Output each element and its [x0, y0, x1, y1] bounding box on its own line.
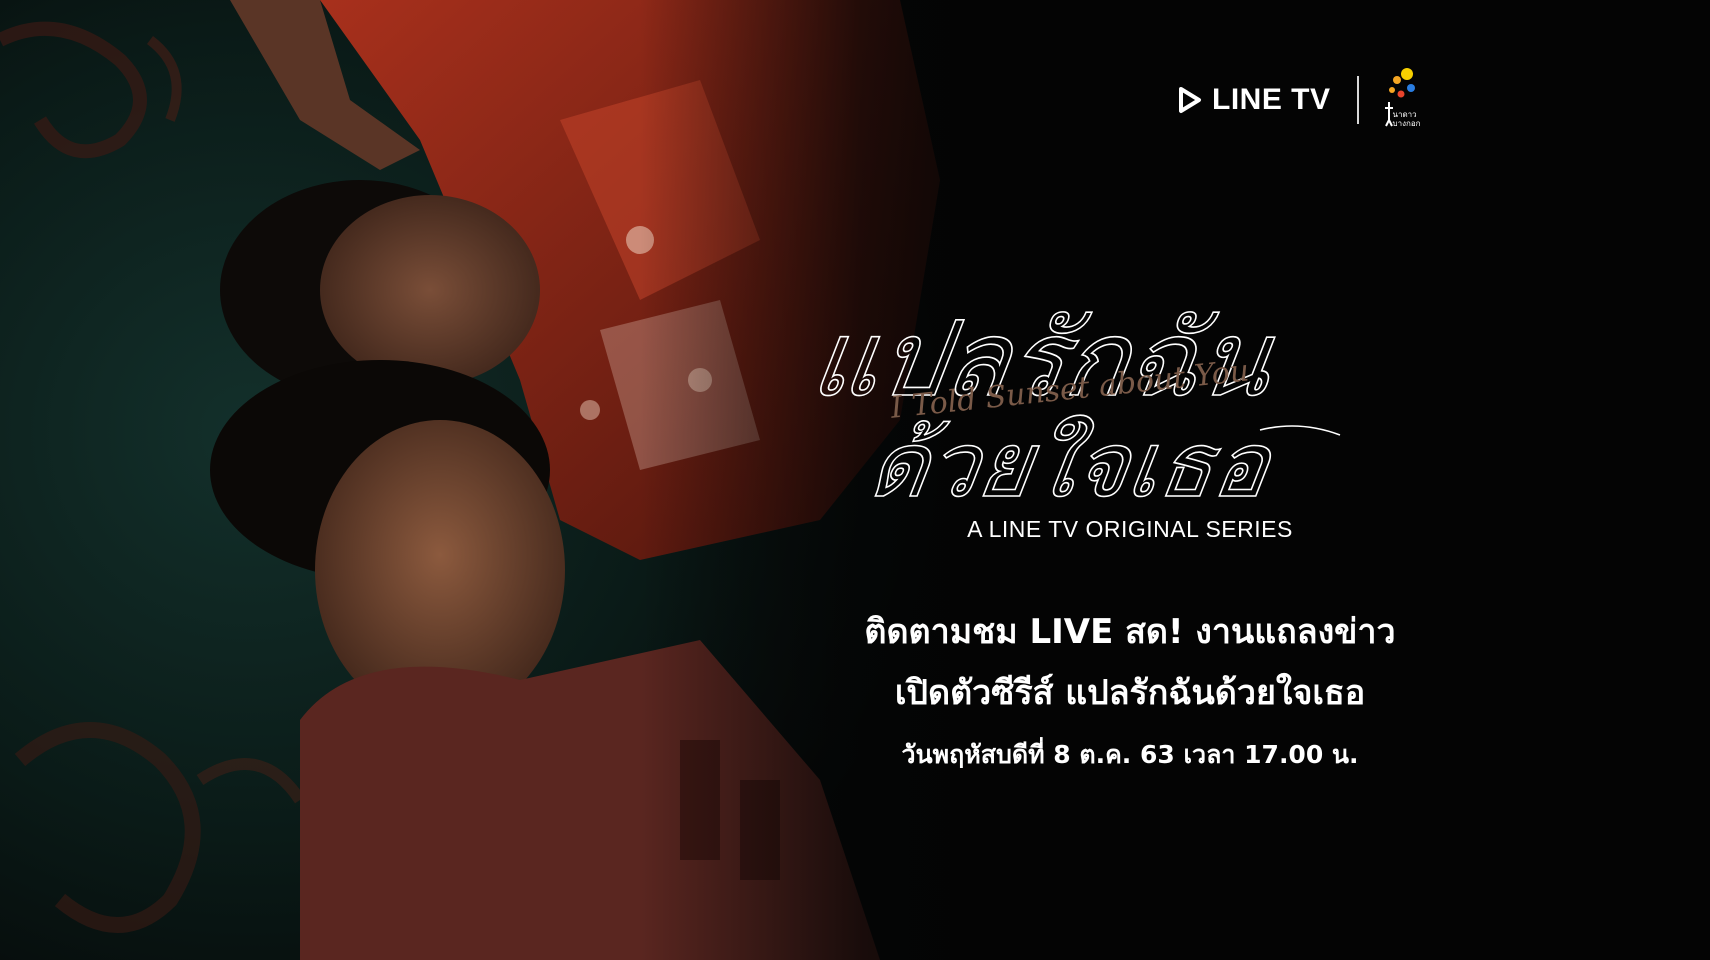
partner-logos: LINE TV นาดาว บางกอก — [1178, 68, 1437, 132]
series-title-logo: แปลรักฉัน I Told Sunset about You ด้วยใจ… — [820, 180, 1380, 510]
handwritten-title: แปลรักฉัน I Told Sunset about You ด้วยใจ… — [820, 298, 1341, 510]
nadao-logo-text: นาดาว บางกอก — [1393, 110, 1421, 128]
title-thai-line2: ด้วยใจเธอ — [863, 413, 1279, 510]
nadao-line1: นาดาว — [1392, 110, 1417, 119]
announcement-line-2: เปิดตัวซีรีส์ แปลรักฉันด้วยใจเธอ — [894, 673, 1366, 713]
linetv-wordmark: LINE TV — [1212, 83, 1331, 116]
poster: LINE TV นาดาว บางกอก แปลรักฉัน I Told Su… — [0, 0, 1710, 960]
logo-divider — [1356, 76, 1359, 124]
announcement-line-1: ติดตามชม LIVE สด! งานแถลงข่าว — [864, 612, 1396, 652]
announcement-date-time: วันพฤหัสบดีที่ 8 ต.ค. 63 เวลา 17.00 น. — [901, 740, 1359, 769]
play-triangle-icon — [1179, 87, 1201, 113]
series-label: A LINE TV ORIGINAL SERIES — [967, 516, 1293, 542]
nadao-bangkok-logo: นาดาว บางกอก — [1381, 68, 1437, 132]
nadao-line2: บางกอก — [1392, 119, 1421, 128]
linetv-logo: LINE TV — [1178, 83, 1331, 117]
